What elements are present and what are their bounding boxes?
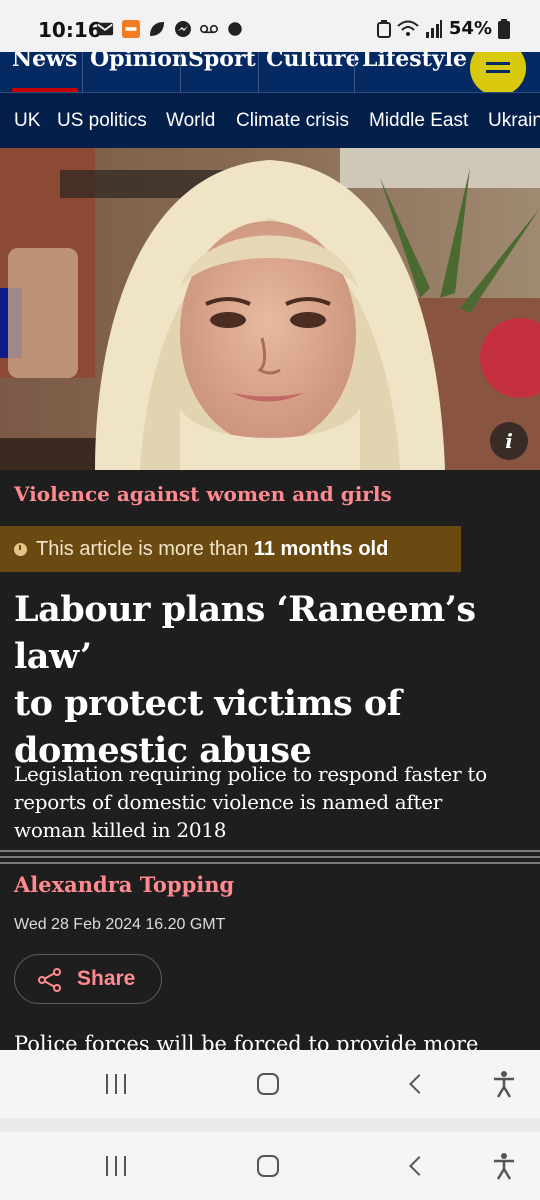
pillar-divider [82,52,83,92]
battery-saver-icon [376,19,391,38]
share-label: Share [77,967,136,990]
system-icons: 54% [376,18,510,39]
wifi-icon [397,20,419,36]
home-button[interactable] [257,1155,279,1177]
age-text: This article is more than 11 months old [36,538,388,561]
leaf-icon [150,22,164,36]
back-button[interactable] [409,1074,429,1094]
standfirst-line: woman killed in 2018 [14,818,227,842]
battery-percent: 54% [448,18,492,39]
pillar-sport[interactable]: Sport [188,52,256,72]
voicemail-icon [200,24,218,34]
subnav-item-ukraine[interactable]: Ukraine [488,110,540,132]
headline-line: Labour plans ‘Raneem’s law’ [14,589,476,677]
pillar-divider [258,52,259,92]
system-nav-bar [0,1050,540,1118]
pillar-news[interactable]: News [12,52,77,72]
pillar-nav: News Opinion Sport Culture Lifestyle [0,52,540,92]
share-button[interactable]: Share [14,954,162,1004]
status-time: 10:16 [38,18,102,42]
age-value: 11 months old [253,538,389,560]
standfirst-line: Legislation requiring police to respond … [14,762,487,786]
pillar-culture[interactable]: Culture [266,52,360,72]
guardian-app: News Opinion Sport Culture Lifestyle UK … [0,52,540,1050]
back-button[interactable] [409,1156,429,1176]
mail-icon [96,22,114,36]
pillar-lifestyle[interactable]: Lifestyle [362,52,467,72]
battery-icon [498,18,510,39]
headline-line: to protect victims of [14,683,402,724]
publish-date: Wed 28 Feb 2024 16.20 GMT [14,916,226,933]
clock-icon [14,543,27,556]
share-icon [38,968,61,992]
pillar-divider [354,52,355,92]
article-age-banner: This article is more than 11 months old [0,526,461,572]
hero-photo [0,148,540,470]
author-byline[interactable]: Alexandra Topping [14,872,234,897]
article-headline: Labour plans ‘Raneem’s law’ to protect v… [14,586,524,774]
pillar-divider [180,52,181,92]
image-info-button[interactable]: i [490,422,528,460]
signal-icon [425,19,442,38]
article-body: Police forces will be forced to provide … [14,1032,479,1050]
subnav-item-climate-crisis[interactable]: Climate crisis [236,110,349,132]
section-divider [0,850,540,870]
recent-apps-button[interactable] [106,1074,130,1094]
subnav-item-us-politics[interactable]: US politics [57,110,147,132]
standfirst-line: reports of domestic violence is named af… [14,790,443,814]
screenshot-gap [0,1118,540,1132]
pillar-opinion[interactable]: Opinion [90,52,188,72]
age-prefix: This article is more than [36,538,249,560]
status-bar: 10:16 54% [0,0,540,52]
accessibility-icon[interactable] [492,1152,516,1180]
system-nav-bar [0,1132,540,1200]
dot-icon [228,22,242,36]
accessibility-icon[interactable] [492,1070,516,1098]
article-standfirst: Legislation requiring police to respond … [14,760,530,844]
hero-image: i [0,148,540,470]
article-kicker[interactable]: Violence against women and girls [14,482,392,506]
subnav-item-middle-east[interactable]: Middle East [369,110,468,132]
recent-apps-button[interactable] [106,1156,130,1176]
messenger-icon [175,21,191,37]
subnav: UK US politics World Climate crisis Midd… [0,92,540,148]
home-button[interactable] [257,1073,279,1095]
notification-icons [96,20,244,38]
subnav-item-world[interactable]: World [166,110,215,132]
temu-icon [122,20,140,38]
menu-button[interactable] [470,52,526,92]
subnav-item-uk[interactable]: UK [14,110,40,132]
